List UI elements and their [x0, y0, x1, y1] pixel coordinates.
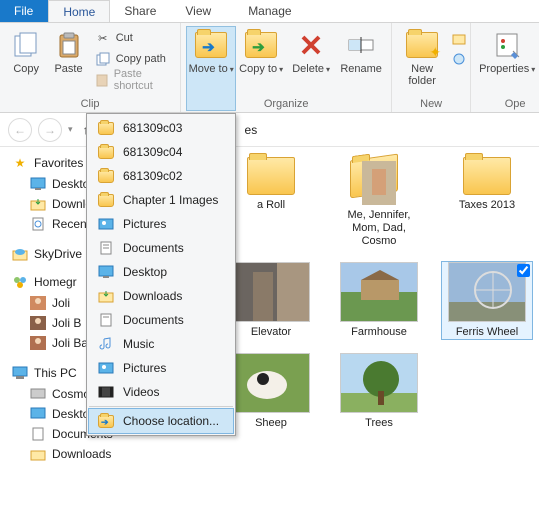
copy-to-icon: ➔	[245, 29, 277, 61]
chevron-down-icon: ▾	[531, 65, 535, 74]
select-checkbox[interactable]	[517, 264, 530, 277]
avatar-icon	[30, 295, 46, 311]
folder-icon	[97, 192, 115, 208]
image-thumbnail	[340, 353, 418, 413]
group-new: ✦ New folder New	[392, 23, 471, 112]
menu-item[interactable]: Music	[89, 332, 233, 356]
tab-home[interactable]: Home	[48, 0, 110, 22]
group-open: Properties▾ Ope	[471, 23, 539, 112]
folder-icon	[247, 157, 295, 195]
nav-bar: ← → ▾ ↑ es	[0, 113, 539, 147]
paste-icon	[53, 29, 85, 61]
pictures-icon	[97, 216, 115, 232]
homegroup-icon	[12, 274, 28, 290]
folder-item[interactable]: a Roll	[226, 157, 316, 248]
image-item[interactable]: Sheep	[226, 353, 316, 430]
documents-icon	[97, 312, 115, 328]
downloads-icon	[30, 196, 46, 212]
image-thumbnail	[340, 262, 418, 322]
folder-icon	[97, 144, 115, 160]
avatar-icon	[30, 315, 46, 331]
image-item[interactable]: Ferris Wheel	[442, 262, 532, 339]
breadcrumb-tail: es	[245, 123, 258, 137]
menu-tabs: File Home Share View Manage	[0, 0, 539, 23]
image-item[interactable]: Elevator	[226, 262, 316, 339]
copy-path-icon	[95, 51, 111, 67]
tab-share[interactable]: Share	[110, 0, 171, 22]
downloads-icon	[97, 288, 115, 304]
tab-view[interactable]: View	[171, 0, 226, 22]
folder-item[interactable]: Me, Jennifer, Mom, Dad, Cosmo	[334, 157, 424, 248]
folder-icon	[463, 157, 511, 195]
menu-item[interactable]: Downloads	[89, 284, 233, 308]
ribbon: Copy Paste ✂Cut Copy path Paste shortcut…	[0, 23, 539, 113]
tab-manage[interactable]: Manage	[234, 0, 306, 22]
menu-item[interactable]: Chapter 1 Images	[89, 188, 233, 212]
desktop-icon	[30, 176, 46, 192]
computer-icon	[12, 365, 28, 381]
videos-icon	[97, 384, 115, 400]
copy-icon	[10, 29, 42, 61]
folder-icon	[97, 120, 115, 136]
forward-button[interactable]: →	[38, 118, 62, 142]
new-folder-icon: ✦	[406, 29, 438, 61]
sidebar-item-pc-downloads[interactable]: Downloads	[12, 444, 166, 464]
menu-item[interactable]: 681309c02	[89, 164, 233, 188]
folder-icon	[97, 168, 115, 184]
image-thumbnail	[232, 353, 310, 413]
menu-item[interactable]: 681309c03	[89, 116, 233, 140]
cut-button[interactable]: ✂Cut	[91, 28, 174, 48]
menu-item[interactable]: 681309c04	[89, 140, 233, 164]
group-clipboard: Copy Paste ✂Cut Copy path Paste shortcut…	[0, 23, 181, 112]
avatar-icon	[30, 335, 46, 351]
chevron-down-icon: ▾	[230, 65, 234, 74]
new-item-button[interactable]	[448, 28, 464, 48]
new-item-icon	[452, 30, 466, 46]
paste-shortcut-icon	[95, 72, 109, 88]
cloud-icon	[12, 246, 28, 262]
network-pc-icon	[30, 386, 46, 402]
image-item[interactable]: Farmhouse	[334, 262, 424, 339]
tab-file[interactable]: File	[0, 0, 48, 22]
paste-shortcut-button: Paste shortcut	[91, 70, 174, 90]
folder-move-icon: ➔	[97, 413, 115, 429]
menu-item[interactable]: Documents	[89, 308, 233, 332]
chevron-down-icon: ▾	[326, 65, 330, 74]
desktop-icon	[30, 406, 46, 422]
menu-item[interactable]: Pictures	[89, 356, 233, 380]
easy-access-button[interactable]	[448, 49, 464, 69]
scissors-icon: ✂	[95, 30, 111, 46]
move-to-menu: 681309c03 681309c04 681309c02 Chapter 1 …	[86, 113, 236, 436]
recent-icon	[30, 216, 46, 232]
desktop-icon	[97, 264, 115, 280]
image-thumbnail	[232, 262, 310, 322]
menu-item[interactable]: Desktop	[89, 260, 233, 284]
star-icon: ★	[12, 155, 28, 171]
back-button[interactable]: ←	[8, 118, 32, 142]
copy-path-button[interactable]: Copy path	[91, 49, 174, 69]
recent-locations-button[interactable]: ▾	[68, 124, 73, 135]
delete-icon	[295, 29, 327, 61]
folder-icon	[350, 157, 408, 205]
properties-icon	[491, 29, 523, 61]
downloads-icon	[30, 446, 46, 462]
menu-item[interactable]: Documents	[89, 236, 233, 260]
chevron-down-icon: ▾	[279, 65, 283, 74]
choose-location-item[interactable]: ➔Choose location...	[89, 409, 233, 433]
image-thumbnail	[448, 262, 526, 322]
documents-icon	[97, 240, 115, 256]
move-to-icon: ➔	[195, 29, 227, 61]
rename-icon	[345, 29, 377, 61]
easy-access-icon	[452, 51, 466, 67]
group-organize: ➔ Move to▾ ➔ Copy to▾ Delete▾ Rename Org…	[181, 23, 392, 112]
pictures-icon	[97, 360, 115, 376]
menu-item[interactable]: Videos	[89, 380, 233, 404]
menu-separator	[89, 406, 233, 407]
documents-icon	[30, 426, 46, 442]
image-item[interactable]: Trees	[334, 353, 424, 430]
folder-item[interactable]: Taxes 2013	[442, 157, 532, 248]
music-icon	[97, 336, 115, 352]
menu-item[interactable]: Pictures	[89, 212, 233, 236]
